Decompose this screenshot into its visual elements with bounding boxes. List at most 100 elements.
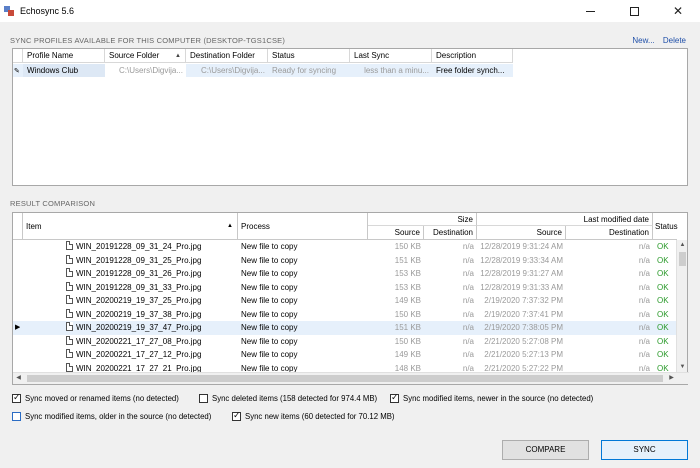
col-size-destination[interactable]: Destination [424,226,477,240]
option-modified-older[interactable]: Sync modified items, older in the source… [12,412,211,421]
table-row[interactable]: WIN_20200219_19_37_25_Pro.jpg New file to… [13,294,677,308]
date-source-cell: 2/19/2020 7:38:05 PM [484,323,563,332]
option-deleted-label: Sync deleted items (158 detected for 974… [212,394,378,403]
item-label: WIN_20191228_09_31_33_Pro.jpg [76,282,202,292]
maximize-icon [629,6,639,16]
pencil-icon: ✎ [14,68,20,75]
table-row[interactable]: WIN_20200221_17_27_12_Pro.jpg New file to… [13,348,677,362]
table-row[interactable]: ▶ WIN_20200219_19_37_47_Pro.jpg New file t… [13,321,677,335]
date-destination-cell: n/a [638,255,650,265]
size-source-cell: 153 KB [394,282,421,292]
destination-folder-cell: C:\Users\Digvija... [200,66,265,75]
item-label: WIN_20191228_09_31_25_Pro.jpg [76,255,202,265]
source-folder-cell: C:\Users\Digvija... [105,64,186,77]
item-cell: WIN_20200219_19_37_47_Pro.jpg [26,321,238,335]
date-destination-cell: n/a [638,269,650,278]
date-destination-cell: n/a [638,336,650,346]
size-destination-cell: n/a [462,282,474,292]
date-source-cell: 12/28/2019 9:33:34 AM [480,255,563,265]
table-row[interactable]: WIN_20200219_19_37_38_Pro.jpg New file to… [13,308,677,322]
file-icon [66,254,73,264]
checkbox-moved[interactable] [12,392,21,403]
table-row[interactable]: WIN_20191228_09_31_24_Pro.jpg New file to… [13,240,677,254]
file-icon [66,295,73,304]
item-cell: WIN_20191228_09_31_33_Pro.jpg [26,281,238,295]
option-deleted[interactable]: Sync deleted items (158 detected for 974… [199,394,377,403]
new-profile-link[interactable]: New... [632,36,654,45]
maximize-button[interactable] [612,0,656,22]
delete-profile-link[interactable]: Delete [663,36,686,45]
horizontal-scrollbar[interactable]: ◀ ▶ [13,372,689,384]
checkbox-new-items[interactable] [232,410,241,421]
file-icon [66,281,73,291]
table-row[interactable]: WIN_20191228_09_31_26_Pro.jpg New file to… [13,267,677,281]
size-destination-cell: n/a [462,336,474,346]
file-icon [66,335,73,345]
col-size[interactable]: Size [368,213,477,226]
table-row[interactable]: WIN_20191228_09_31_25_Pro.jpg New file to… [13,254,677,268]
table-row[interactable]: WIN_20200221_17_27_08_Pro.jpg New file to… [13,335,677,349]
status-cell: Ready for syncing [272,66,337,75]
scroll-left-icon[interactable]: ◀ [13,373,24,384]
profile-row[interactable]: ✎ Windows Club C:\Users\Digvija... C:\Us… [13,64,513,77]
vertical-scrollbar[interactable]: ▲ ▼ [676,240,687,373]
date-destination-cell: n/a [638,309,650,319]
size-source-cell: 150 KB [394,309,421,319]
scroll-thumb[interactable] [679,252,686,266]
checkbox-modified-older[interactable] [12,412,21,421]
results-table: Item ▲ Process Size Source Destination L… [12,212,689,385]
col-source-folder-label: Source Folder [109,51,160,60]
col-source-folder[interactable]: Source Folder ▲ [105,49,186,63]
process-cell: New file to copy [241,336,298,346]
item-cell: WIN_20200219_19_37_25_Pro.jpg [26,294,238,308]
col-date-source[interactable]: Source [477,226,566,240]
date-destination-cell: n/a [638,242,650,251]
item-label: WIN_20200219_19_37_47_Pro.jpg [76,323,202,332]
scroll-right-icon[interactable]: ▶ [666,373,677,384]
col-profile-name[interactable]: Profile Name [23,49,105,63]
close-button[interactable]: ✕ [656,0,700,22]
size-source-cell: 151 KB [394,323,421,332]
compare-button[interactable]: COMPARE [502,440,589,460]
col-last-sync[interactable]: Last Sync [350,49,432,63]
col-description[interactable]: Description [432,49,513,63]
item-cell: WIN_20191228_09_31_24_Pro.jpg [26,240,238,254]
size-source-cell: 150 KB [394,242,421,251]
item-label: WIN_20191228_09_31_24_Pro.jpg [76,242,202,251]
option-modified-newer[interactable]: Sync modified items, newer in the source… [390,392,593,403]
col-last-modified[interactable]: Last modified date [477,213,653,226]
option-new-items[interactable]: Sync new items (60 detected for 70.12 MB… [232,410,395,421]
file-icon [66,322,73,331]
item-cell: WIN_20191228_09_31_26_Pro.jpg [26,267,238,281]
minimize-icon [585,10,595,12]
col-destination-folder[interactable]: Destination Folder [186,49,268,63]
profiles-section-title: SYNC PROFILES AVAILABLE FOR THIS COMPUTE… [10,36,286,45]
col-size-source[interactable]: Source [368,226,424,240]
checkbox-modified-newer[interactable] [390,392,399,403]
table-row[interactable]: WIN_20191228_09_31_33_Pro.jpg New file to… [13,281,677,295]
col-status[interactable]: Status [268,49,350,63]
size-source-cell: 153 KB [394,269,421,278]
size-source-cell: 149 KB [394,350,421,359]
item-label: WIN_20200219_19_37_38_Pro.jpg [76,309,202,319]
col-item[interactable]: Item ▲ [23,213,238,240]
col-process[interactable]: Process [238,213,368,240]
scroll-up-icon[interactable]: ▲ [677,240,688,251]
size-destination-cell: n/a [462,296,474,305]
checkbox-deleted[interactable] [199,394,208,403]
status-cell: OK [657,255,669,265]
col-date-destination[interactable]: Destination [566,226,653,240]
profile-name-cell: Windows Club [23,64,105,77]
item-cell: WIN_20200219_19_37_38_Pro.jpg [26,308,238,322]
date-source-cell: 2/21/2020 5:27:08 PM [484,336,563,346]
sync-button[interactable]: SYNC [601,440,688,460]
results-rows: WIN_20191228_09_31_24_Pro.jpg New file to… [13,240,677,375]
item-cell: WIN_20200221_17_27_08_Pro.jpg [26,335,238,349]
profiles-header: Profile Name Source Folder ▲ Destination … [13,49,513,63]
size-destination-cell: n/a [462,350,474,359]
option-moved[interactable]: Sync moved or renamed items (no detected… [12,392,179,403]
col-status[interactable]: Status [653,213,678,240]
process-cell: New file to copy [241,282,298,292]
minimize-button[interactable] [568,0,612,22]
scroll-thumb-horizontal[interactable] [27,375,663,382]
